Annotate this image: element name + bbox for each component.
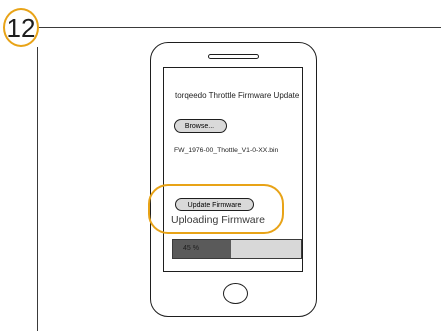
step-number-badge: 12 — [3, 8, 39, 47]
browse-button[interactable]: Browse... — [174, 119, 227, 133]
step-number: 12 — [6, 12, 36, 43]
progress-fill — [173, 240, 231, 258]
phone-screen: torqeedo Throttle Firmware Update Browse… — [163, 67, 303, 272]
upload-progress-bar: 45 % — [172, 239, 302, 259]
home-button-icon — [223, 283, 248, 304]
progress-label: 45 % — [183, 245, 199, 252]
phone-illustration: torqeedo Throttle Firmware Update Browse… — [150, 42, 317, 317]
header-rule — [39, 27, 441, 28]
screen-title: torqeedo Throttle Firmware Update — [175, 91, 300, 100]
highlight-ring — [148, 184, 284, 234]
step-rule — [37, 47, 38, 331]
selected-filename: FW_1976-00_Thottle_V1-0-XX.bin — [174, 147, 279, 154]
speaker-icon — [208, 54, 259, 59]
